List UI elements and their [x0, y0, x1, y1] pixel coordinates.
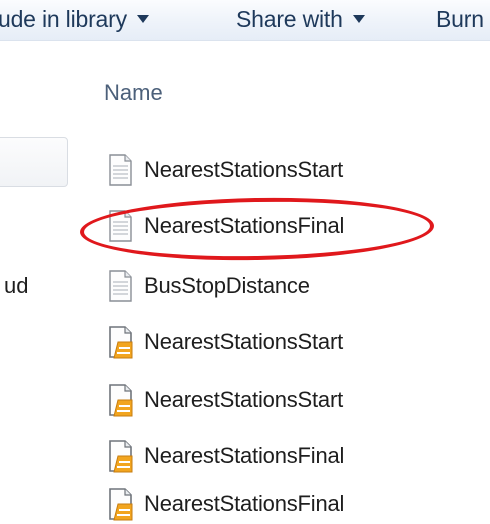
- file-row[interactable]: NearestStationsFinal: [106, 436, 344, 476]
- file-name: NearestStationsFinal: [144, 443, 345, 468]
- python-script-icon: [109, 440, 133, 473]
- file-name: NearestStationsStart: [144, 157, 343, 182]
- python-script-icon: [109, 384, 133, 417]
- file-name: BusStopDistance: [144, 273, 310, 298]
- command-bar: ude in library Share with Burn: [0, 0, 490, 41]
- file-row[interactable]: BusStopDistance: [106, 266, 310, 306]
- include-in-library-label: ude in library: [0, 5, 127, 32]
- file-name: NearestStationsStart: [144, 329, 343, 354]
- file-row[interactable]: NearestStationsStart: [106, 150, 343, 190]
- navigation-pane: ud: [0, 41, 84, 495]
- text-document-icon: [109, 270, 132, 302]
- include-in-library-menu[interactable]: ude in library: [0, 6, 149, 32]
- file-row[interactable]: NearestStationsStart: [106, 380, 343, 420]
- python-script-icon: [109, 326, 133, 359]
- chevron-down-icon: [352, 15, 365, 23]
- burn-label: Burn: [436, 5, 484, 32]
- share-with-label: Share with: [236, 5, 343, 32]
- burn-button[interactable]: Burn: [436, 6, 484, 32]
- nav-item-label[interactable]: ud: [4, 273, 28, 299]
- share-with-menu[interactable]: Share with: [236, 6, 365, 32]
- text-document-icon: [109, 154, 132, 186]
- nav-selected-item[interactable]: [0, 137, 68, 187]
- file-row[interactable]: NearestStationsStart: [106, 322, 343, 362]
- python-script-icon: [109, 488, 133, 521]
- file-row[interactable]: NearestStationsFinal: [106, 484, 344, 524]
- column-header-name[interactable]: Name: [104, 80, 163, 106]
- file-name: NearestStationsStart: [144, 387, 343, 412]
- chevron-down-icon: [136, 15, 149, 23]
